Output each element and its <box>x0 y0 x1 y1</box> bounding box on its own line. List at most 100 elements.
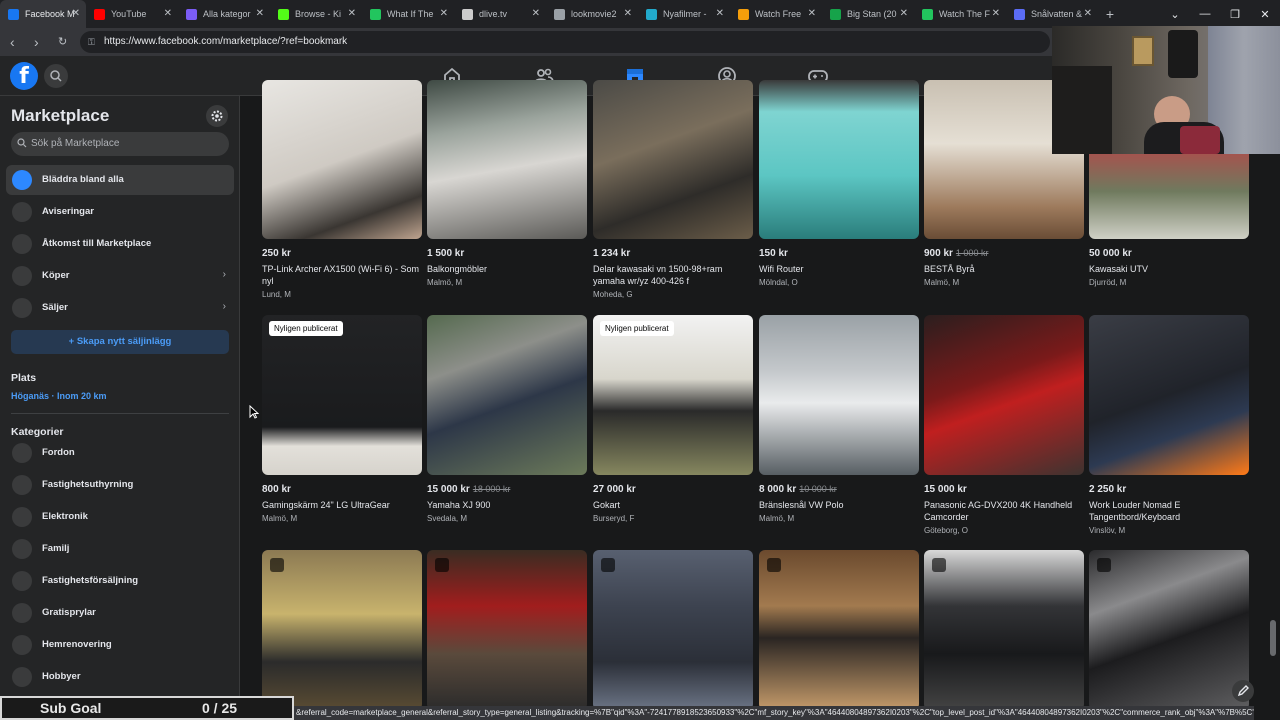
category-item[interactable]: Familj <box>6 534 234 564</box>
browser-tab[interactable]: Big Stan (20 ✕ <box>822 0 914 28</box>
browser-tab-strip: Facebook M ✕ YouTube ✕ Alla kategor ✕ Browse -… <box>0 0 1280 28</box>
listing-image[interactable] <box>427 315 587 475</box>
close-tab-icon[interactable]: ✕ <box>72 8 80 19</box>
browser-tab[interactable]: dlive.tv ✕ <box>454 0 546 28</box>
listing-image[interactable] <box>759 550 919 710</box>
listing-location: Svedala, M <box>427 514 468 523</box>
listing-location: Malmö, M <box>924 278 960 287</box>
browser-tab[interactable]: Snålvatten & ✕ <box>1006 0 1098 28</box>
listing-old-price: 1 000 kr <box>955 248 989 258</box>
listing-location: Göteborg, O <box>924 526 969 535</box>
scrollbar-thumb[interactable] <box>1270 620 1276 656</box>
listing-image[interactable] <box>1089 550 1249 710</box>
listing-image[interactable] <box>593 550 753 710</box>
maximize-icon[interactable]: ❐ <box>1220 0 1250 28</box>
listing-image[interactable] <box>593 80 753 239</box>
sub-goal-label: Sub Goal <box>40 700 102 716</box>
compose-edit-icon[interactable] <box>1232 680 1254 702</box>
close-tab-icon[interactable]: ✕ <box>624 8 632 19</box>
search-placeholder: Sök på Marketplace <box>31 138 120 149</box>
tab-search-icon[interactable]: ⌄ <box>1160 0 1190 28</box>
sub-goal-widget: Sub Goal 0 / 25 <box>0 696 294 720</box>
listing-image[interactable] <box>759 80 919 239</box>
close-tab-icon[interactable]: ✕ <box>992 8 1000 19</box>
close-tab-icon[interactable]: ✕ <box>1084 8 1092 19</box>
close-tab-icon[interactable]: ✕ <box>256 8 264 19</box>
category-item[interactable]: Fordon <box>6 438 234 468</box>
listing-image[interactable] <box>924 315 1084 475</box>
browser-tab[interactable]: Alla kategor ✕ <box>178 0 270 28</box>
category-item[interactable]: Hobbyer <box>6 662 234 692</box>
listing-image[interactable] <box>262 80 422 239</box>
page-icon <box>738 8 749 20</box>
browser-tab[interactable]: Watch Free ✕ <box>730 0 822 28</box>
category-item[interactable]: Gratisprylar <box>6 598 234 628</box>
close-tab-icon[interactable]: ✕ <box>348 8 356 19</box>
listing-title: Wifi Router <box>759 264 804 274</box>
browser-tab[interactable]: Browse - Ki ✕ <box>270 0 362 28</box>
category-item[interactable]: Hemrenovering <box>6 630 234 660</box>
kick-icon <box>278 8 289 20</box>
listing-location: Malmö, M <box>262 514 298 523</box>
site-info-icon[interactable]: ⚿ <box>88 31 95 53</box>
category-item[interactable]: Fastighetsuthyrning <box>6 470 234 500</box>
reload-icon[interactable]: ↻ <box>58 35 67 48</box>
brush-icon <box>12 667 32 687</box>
sidebar-item-label: Bläddra bland alla <box>42 174 124 185</box>
close-tab-icon[interactable]: ✕ <box>164 8 172 19</box>
recently-listed-badge: Nyligen publicerat <box>600 321 674 336</box>
browser-tab[interactable]: Nyafilmer - ✕ <box>638 0 730 28</box>
sidebar-item[interactable]: Bläddra bland alla <box>6 165 234 195</box>
marketplace-sidebar: Marketplace Sök på Marketplace Bläddra b… <box>0 96 240 720</box>
category-label: Familj <box>42 543 70 554</box>
sidebar-item[interactable]: Åtkomst till Marketplace <box>6 229 234 259</box>
sidebar-item[interactable]: Köper › <box>6 261 234 291</box>
globe-icon <box>462 8 473 20</box>
chevron-right-icon: › <box>222 269 226 280</box>
close-window-icon[interactable]: ✕ <box>1250 0 1280 28</box>
wrench-icon <box>12 635 32 655</box>
close-tab-icon[interactable]: ✕ <box>532 8 540 19</box>
close-tab-icon[interactable]: ✕ <box>808 8 816 19</box>
gift-icon <box>12 603 32 623</box>
listing-image[interactable] <box>427 80 587 239</box>
category-item[interactable]: Fastighetsförsäljning <box>6 566 234 596</box>
listing-price: 1 234 kr <box>593 248 631 259</box>
listing-image[interactable] <box>924 550 1084 710</box>
settings-gear-icon[interactable] <box>206 105 228 127</box>
marketplace-search-input[interactable]: Sök på Marketplace <box>11 132 229 156</box>
listing-image[interactable] <box>759 315 919 475</box>
forward-icon[interactable]: › <box>34 34 39 50</box>
listing-image[interactable]: Nyligen publicerat <box>262 315 422 475</box>
url-input[interactable]: ⚿ https://www.facebook.com/marketplace/?… <box>80 31 1050 53</box>
sidebar-item[interactable]: Säljer › <box>6 293 234 323</box>
categories-heading: Kategorier <box>11 426 64 438</box>
create-listing-button[interactable]: + Skapa nytt säljinlägg <box>11 330 229 354</box>
close-tab-icon[interactable]: ✕ <box>900 8 908 19</box>
listing-image[interactable] <box>262 550 422 710</box>
listing-title: Kawasaki UTV <box>1089 264 1149 274</box>
browser-tab[interactable]: Watch The F ✕ <box>914 0 1006 28</box>
sub-goal-value: 0 / 25 <box>202 700 238 716</box>
facebook-logo-icon[interactable]: f <box>10 62 38 90</box>
category-item[interactable]: Elektronik <box>6 502 234 532</box>
browser-tab[interactable]: YouTube ✕ <box>86 0 178 28</box>
browser-tab[interactable]: lookmovie2 ✕ <box>546 0 638 28</box>
listing-location: Lund, M <box>262 290 291 299</box>
listing-price: 50 000 kr <box>1089 248 1132 259</box>
browser-tab[interactable]: What If The ✕ <box>362 0 454 28</box>
location-value[interactable]: Höganäs · Inom 20 km <box>11 391 107 401</box>
search-icon[interactable] <box>44 64 68 88</box>
category-label: Fastighetsförsäljning <box>42 575 139 586</box>
listing-type-icon <box>932 558 946 572</box>
new-tab-button[interactable]: + <box>1098 6 1122 22</box>
sidebar-item[interactable]: Aviseringar <box>6 197 234 227</box>
close-tab-icon[interactable]: ✕ <box>440 8 448 19</box>
listing-image[interactable]: Nyligen publicerat <box>593 315 753 475</box>
back-icon[interactable]: ‹ <box>10 34 15 50</box>
minimize-icon[interactable]: — <box>1190 0 1220 28</box>
listing-image[interactable] <box>427 550 587 710</box>
close-tab-icon[interactable]: ✕ <box>716 8 724 19</box>
browser-tab[interactable]: Facebook M ✕ <box>0 0 86 28</box>
listing-image[interactable] <box>1089 315 1249 475</box>
